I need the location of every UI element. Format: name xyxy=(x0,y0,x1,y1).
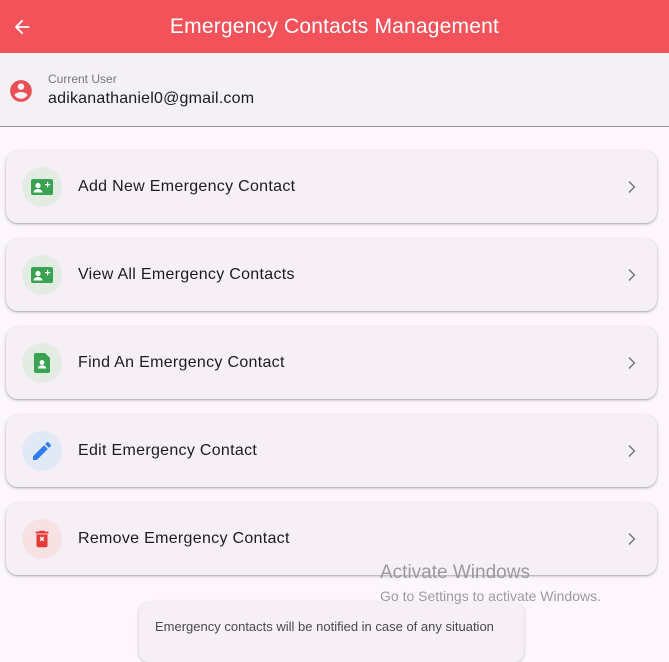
menu-icon-container xyxy=(22,431,62,471)
arrow-left-icon xyxy=(14,19,30,35)
menu-item-find-contact[interactable]: Find An Emergency Contact xyxy=(6,327,657,399)
current-user-email: adikanathaniel0@gmail.com xyxy=(48,90,255,107)
watermark-title: Activate Windows xyxy=(380,562,530,583)
back-button[interactable] xyxy=(8,13,36,41)
info-text: Emergency contacts will be notified in c… xyxy=(155,619,494,634)
menu-item-label: Add New Emergency Contact xyxy=(78,178,296,195)
pencil-icon xyxy=(33,441,52,460)
menu-item-add-contact[interactable]: Add New Emergency Contact xyxy=(6,151,657,223)
chevron-right-icon xyxy=(621,177,641,197)
delete-icon xyxy=(35,530,49,548)
chevron-right-icon xyxy=(621,353,641,373)
contact-page-icon xyxy=(34,353,50,373)
info-card: Emergency contacts will be notified in c… xyxy=(139,602,524,662)
current-user-caption: Current User xyxy=(48,72,117,86)
watermark-subtitle: Go to Settings to activate Windows. xyxy=(380,588,601,604)
menu-item-label: Edit Emergency Contact xyxy=(78,442,258,459)
windows-activation-watermark: Activate Windows Go to Settings to activ… xyxy=(380,562,601,604)
current-user-bar: Current User adikanathaniel0@gmail.com xyxy=(0,53,669,127)
contact-card-icon xyxy=(31,267,53,283)
contact-card-add-icon xyxy=(31,179,53,195)
menu-icon-container xyxy=(22,167,62,207)
page-title: Emergency Contacts Management xyxy=(169,14,500,38)
chevron-right-icon xyxy=(621,529,641,549)
menu-icon-container xyxy=(22,255,62,295)
menu-item-label: View All Emergency Contacts xyxy=(78,266,295,283)
menu-icon-container xyxy=(22,519,62,559)
menu-item-label: Find An Emergency Contact xyxy=(78,354,285,371)
menu-item-label: Remove Emergency Contact xyxy=(78,530,290,547)
chevron-right-icon xyxy=(621,441,641,461)
menu-item-view-contacts[interactable]: View All Emergency Contacts xyxy=(6,239,657,311)
chevron-right-icon xyxy=(621,265,641,285)
account-circle-icon xyxy=(10,80,32,102)
menu-item-edit-contact[interactable]: Edit Emergency Contact xyxy=(6,415,657,487)
menu-icon-container xyxy=(22,343,62,383)
app-bar: Emergency Contacts Management xyxy=(0,0,669,53)
